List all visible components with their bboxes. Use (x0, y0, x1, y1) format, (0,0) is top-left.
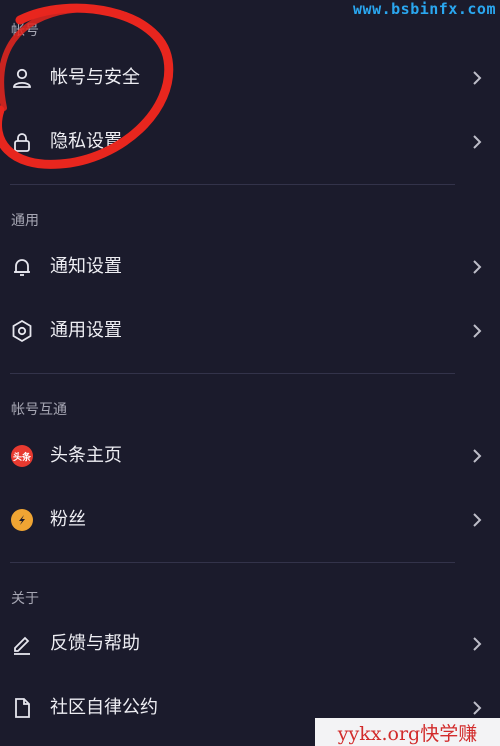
gear-icon (10, 319, 34, 343)
divider (10, 373, 455, 374)
chevron-right-icon (473, 260, 482, 274)
section-title-account: 帐号 (11, 23, 39, 39)
row-label: 头条主页 (50, 445, 122, 466)
row-general-settings[interactable]: 通用设置 (0, 307, 500, 355)
chevron-right-icon (473, 637, 482, 651)
row-feedback-help[interactable]: 反馈与帮助 (0, 620, 500, 668)
toutiao-badge: 头条 (11, 445, 33, 467)
fans-icon (10, 508, 34, 532)
row-label: 通用设置 (50, 320, 122, 341)
section-title-general: 通用 (11, 213, 39, 229)
row-toutiao-homepage[interactable]: 头条 头条主页 (0, 432, 500, 480)
toutiao-icon: 头条 (10, 444, 34, 468)
watermark-bottom: yykx.org快学赚 (315, 718, 500, 746)
section-title-about: 关于 (11, 591, 39, 607)
divider (10, 184, 455, 185)
edit-icon (10, 632, 34, 656)
bell-icon (10, 255, 34, 279)
chevron-right-icon (473, 449, 482, 463)
chevron-right-icon (473, 71, 482, 85)
divider (10, 562, 455, 563)
lock-icon (10, 130, 34, 154)
row-label: 粉丝 (50, 509, 86, 530)
chevron-right-icon (473, 324, 482, 338)
row-label: 反馈与帮助 (50, 633, 140, 654)
chevron-right-icon (473, 135, 482, 149)
settings-screen: 帐号 帐号与安全 隐私设置 通用 通知设置 通用设置 帐号互通 头条 头条主页 … (0, 0, 500, 746)
row-fans[interactable]: 粉丝 (0, 496, 500, 544)
section-title-linked-accounts: 帐号互通 (11, 402, 67, 418)
chevron-right-icon (473, 701, 482, 715)
row-label: 通知设置 (50, 256, 122, 277)
row-label: 社区自律公约 (50, 697, 158, 718)
chevron-right-icon (473, 513, 482, 527)
watermark-top: www.bsbinfx.com (353, 0, 496, 18)
user-icon (10, 66, 34, 90)
row-account-security[interactable]: 帐号与安全 (0, 54, 500, 102)
row-label: 隐私设置 (50, 131, 122, 152)
document-icon (10, 696, 34, 720)
row-label: 帐号与安全 (50, 67, 140, 88)
row-privacy-settings[interactable]: 隐私设置 (0, 118, 500, 166)
row-notification-settings[interactable]: 通知设置 (0, 243, 500, 291)
